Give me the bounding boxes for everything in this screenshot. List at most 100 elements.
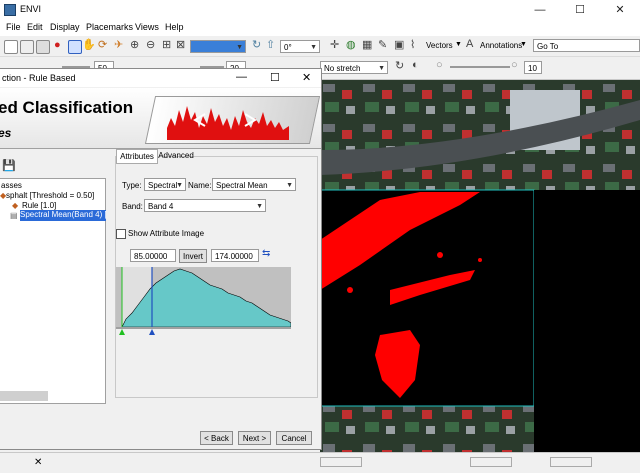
transparency-max-icon: ○: [511, 59, 518, 71]
portal-icon[interactable]: ▣: [394, 38, 404, 51]
tab-advanced[interactable]: Advanced: [158, 150, 194, 162]
status-panel-b: [470, 457, 512, 467]
rotate-view-icon[interactable]: ↻: [252, 38, 261, 51]
next-button[interactable]: Next >: [238, 431, 271, 445]
menu-help[interactable]: Help: [165, 22, 184, 32]
dialog-title-bar: ction - Rule Based — ☐ ✕: [0, 69, 321, 87]
class-speck: [356, 246, 364, 254]
name-label: Name:: [188, 181, 212, 190]
placemark-icon[interactable]: ●: [54, 39, 61, 51]
grid-icon[interactable]: ▦: [362, 38, 372, 51]
type-label: Type:: [122, 181, 142, 190]
min-value-field[interactable]: 85.00000: [130, 249, 176, 262]
refresh-icon[interactable]: ↻: [395, 59, 404, 72]
pan-icon[interactable]: ✋: [82, 38, 96, 51]
zoom-combo[interactable]: ▼: [190, 40, 246, 53]
histogram-plot[interactable]: [116, 267, 291, 342]
vectors-icon[interactable]: ⌇: [410, 38, 415, 51]
tree-attribute-selected[interactable]: Spectral Mean(Band 4) [8: [20, 210, 106, 221]
app-icon: [4, 4, 16, 16]
transparency-field[interactable]: 10: [524, 61, 542, 74]
cancel-button[interactable]: Cancel: [276, 431, 312, 445]
band-label: Band:: [122, 202, 143, 211]
banner-histogram-graphic: [167, 106, 289, 140]
zoom-in-icon[interactable]: ⊕: [130, 38, 139, 51]
class-speck: [347, 287, 353, 293]
tree-scrollbar[interactable]: [0, 391, 48, 401]
wizard-banner: ed Classification es: [0, 88, 321, 149]
annotations-icon[interactable]: A: [466, 38, 473, 50]
app-title: ENVI: [20, 4, 42, 14]
status-close-icon[interactable]: ✕: [34, 457, 42, 468]
band-select[interactable]: Band 4 ▼: [144, 199, 266, 212]
attributes-panel: Attributes Advanced Type: Spectral ▼ Name…: [115, 149, 318, 398]
dialog-maximize-button[interactable]: ☐: [270, 71, 280, 84]
menu-placemarks[interactable]: Placemarks: [86, 22, 133, 32]
zoom-out-icon[interactable]: ⊖: [146, 38, 155, 51]
back-button[interactable]: < Back: [200, 431, 233, 445]
zoom-fixed-icon[interactable]: ⊞: [162, 38, 171, 51]
close-button[interactable]: ✕: [600, 0, 640, 20]
stretch-value: No stretch: [324, 64, 361, 73]
type-value: Spectral: [148, 181, 178, 190]
show-attribute-checkbox[interactable]: [116, 229, 126, 239]
rule-tree[interactable]: asses ◆ sphalt [Threshold = 0.50] ◆ Rule…: [0, 178, 106, 404]
rule-icon: ◆: [12, 201, 19, 210]
goto-field[interactable]: Go To: [533, 39, 640, 52]
status-panel-a: [320, 457, 362, 467]
name-value: Spectral Mean: [216, 181, 268, 190]
layer-icon[interactable]: [36, 40, 50, 54]
vectors-dropdown[interactable]: Vectors: [426, 41, 453, 50]
main-toolbar: ● ✋ ⟳ ✈ ⊕ ⊖ ⊞ ⊠ ▼ ↻ ⇧ 0° ▼ ✛ ◍ ▦ ✎ ▣ ⌇ Ve…: [0, 36, 640, 57]
rotate-icon[interactable]: ⟳: [98, 38, 107, 51]
zoom-full-icon[interactable]: ⊠: [176, 38, 185, 51]
tree-class[interactable]: sphalt [Threshold = 0.50]: [6, 191, 94, 200]
banner-subtitle: es: [0, 126, 12, 140]
tab-attributes[interactable]: Attributes: [116, 149, 158, 164]
dialog-title: ction - Rule Based: [2, 73, 76, 83]
globe-icon[interactable]: ◍: [346, 38, 356, 51]
menu-file[interactable]: File: [6, 22, 21, 32]
new-icon[interactable]: [4, 40, 18, 54]
rotation-value: 0°: [284, 43, 292, 52]
dark-area: [534, 190, 640, 452]
sharpen-icon[interactable]: ◐: [412, 59, 419, 71]
status-bar: ✕: [0, 452, 640, 473]
max-value-field[interactable]: 174.00000: [211, 249, 259, 262]
maximize-button[interactable]: ☐: [560, 0, 600, 20]
tree-root[interactable]: asses: [1, 181, 22, 190]
crosshair-icon[interactable]: ✛: [330, 38, 339, 51]
dialog-minimize-button[interactable]: —: [236, 71, 247, 83]
tree-rule[interactable]: Rule [1.0]: [22, 201, 56, 210]
attribute-icon: ▤: [10, 211, 18, 220]
north-up-icon[interactable]: ⇧: [266, 38, 275, 51]
transparency-slider[interactable]: [450, 66, 510, 68]
annotations-arrow-icon: ▼: [520, 41, 527, 48]
class-speck: [478, 258, 482, 262]
menu-display[interactable]: Display: [50, 22, 80, 32]
rotation-combo[interactable]: 0° ▼: [280, 40, 320, 53]
class-speck: [437, 252, 443, 258]
stretch-combo[interactable]: No stretch ▼: [320, 61, 388, 74]
banner-title: ed Classification: [0, 98, 134, 117]
cursor-icon[interactable]: [68, 40, 82, 54]
annotations-dropdown[interactable]: Annotations: [480, 41, 522, 50]
open-icon[interactable]: [20, 40, 34, 54]
menu-views[interactable]: Views: [135, 22, 159, 32]
transparency-icon[interactable]: ○: [436, 59, 443, 71]
image-canvas: [320, 80, 640, 452]
fly-icon[interactable]: ✈: [114, 38, 123, 51]
link-icon[interactable]: ⇆: [262, 248, 270, 259]
show-attribute-label: Show Attribute Image: [128, 229, 205, 238]
dialog-close-button[interactable]: ✕: [302, 71, 311, 84]
minimize-button[interactable]: —: [520, 0, 560, 20]
image-view[interactable]: [320, 80, 640, 452]
invert-button[interactable]: Invert: [179, 249, 207, 263]
measure-icon[interactable]: ✎: [378, 38, 387, 51]
type-select[interactable]: Spectral ▼: [144, 178, 186, 191]
status-panel-c: [550, 457, 592, 467]
menu-edit[interactable]: Edit: [27, 22, 43, 32]
save-icon[interactable]: 💾: [2, 159, 16, 172]
name-select[interactable]: Spectral Mean ▼: [212, 178, 296, 191]
band-value: Band 4: [148, 202, 174, 211]
